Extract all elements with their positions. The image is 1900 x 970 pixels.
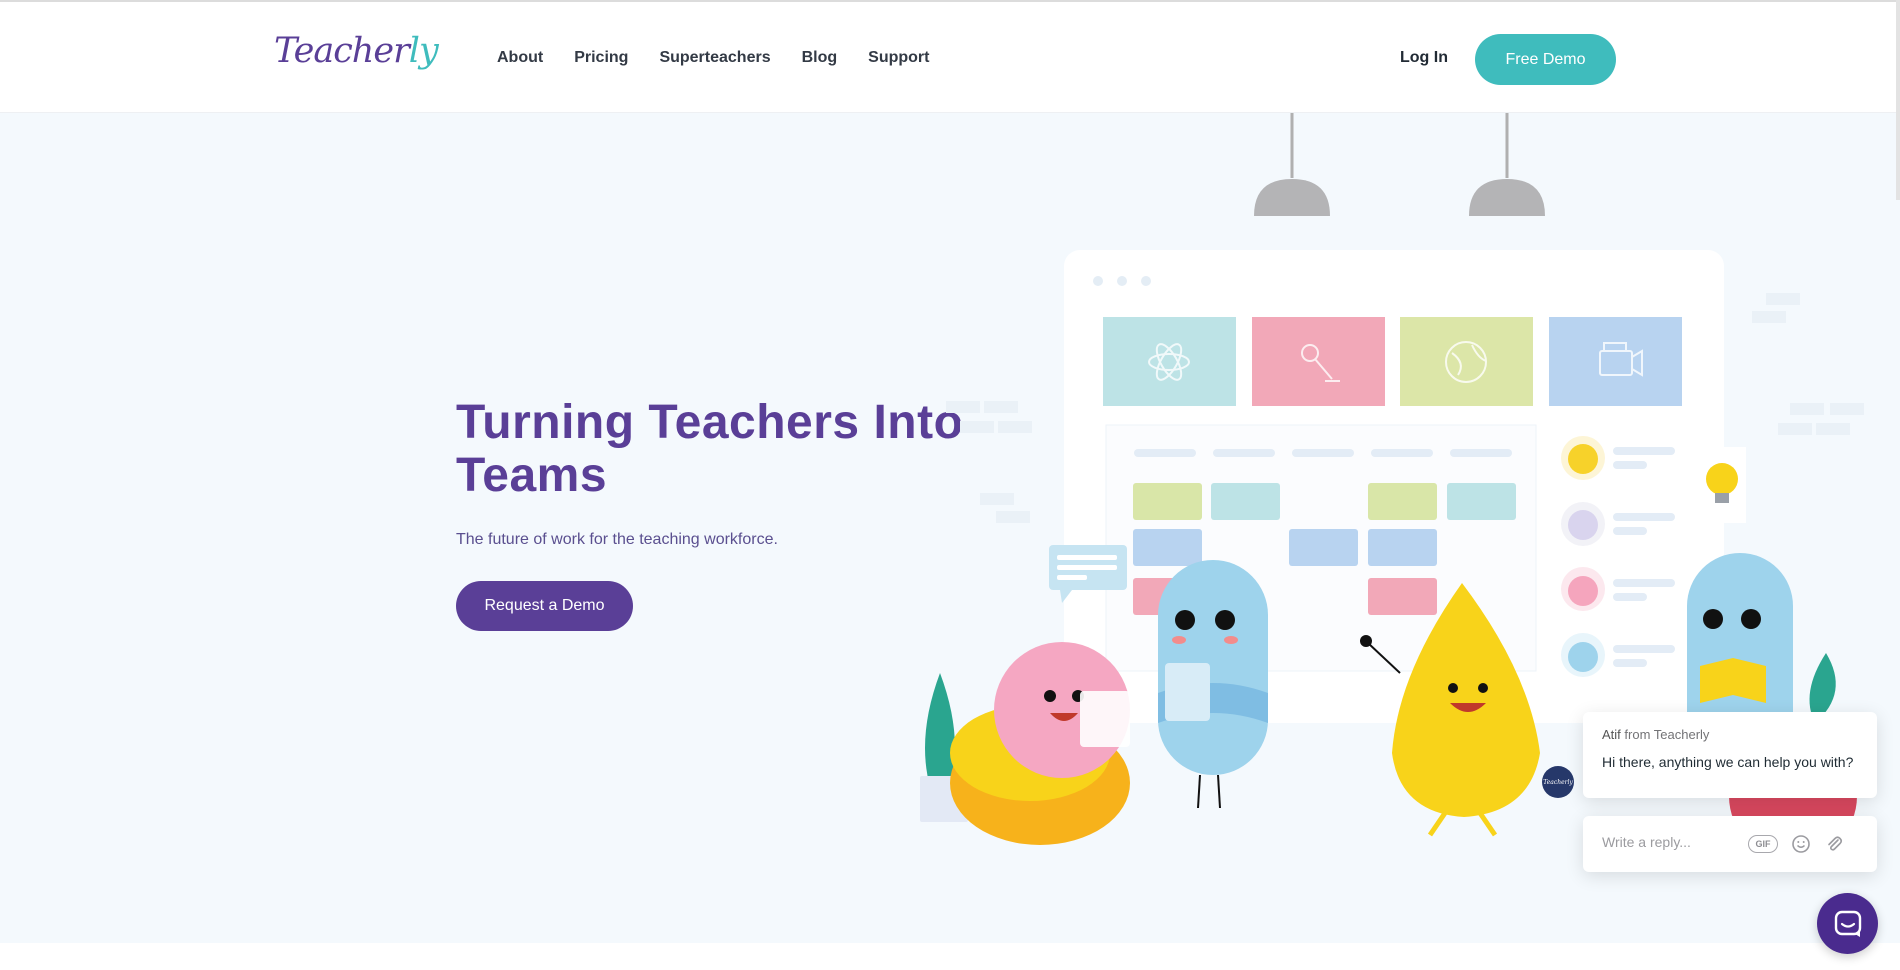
hero-title: Turning Teachers Into Teams: [456, 396, 964, 502]
request-demo-button[interactable]: Request a Demo: [456, 581, 633, 631]
chat-sender-suffix: from Teacherly: [1624, 727, 1710, 742]
chat-reply-input[interactable]: [1602, 834, 1752, 850]
attachment-icon[interactable]: [1823, 833, 1845, 855]
lightbulb-icon: [1686, 447, 1746, 523]
next-section-edge: [0, 943, 1900, 970]
chat-launcher-icon: [1834, 910, 1861, 937]
chat-agent-avatar: Teacherly: [1542, 766, 1574, 798]
nav-superteachers[interactable]: Superteachers: [659, 49, 770, 67]
teacherly-logo[interactable]: Teacherly: [274, 31, 439, 71]
reading-character: [1687, 553, 1857, 860]
login-link[interactable]: Log In: [1400, 49, 1448, 67]
nav-blog[interactable]: Blog: [802, 49, 838, 67]
chat-sender-line: Atif from Teacherly: [1602, 727, 1709, 742]
page-scrollbar[interactable]: [1896, 0, 1900, 200]
gif-icon[interactable]: GIF: [1748, 835, 1778, 853]
nav-support[interactable]: Support: [868, 49, 929, 67]
site-header: Teacherly About Pricing Superteachers Bl…: [0, 2, 1900, 113]
blue-capsule-character: [1158, 560, 1268, 809]
chat-sender-name: Atif: [1602, 727, 1621, 742]
nav-pricing[interactable]: Pricing: [574, 49, 628, 67]
pink-character: [950, 642, 1130, 845]
emoji-icon[interactable]: [1790, 833, 1812, 855]
hero-subtitle: The future of work for the teaching work…: [456, 531, 778, 548]
nav-about[interactable]: About: [497, 49, 543, 67]
chat-launcher-button[interactable]: [1817, 893, 1878, 954]
chat-message-text: Hi there, anything we can help you with?: [1602, 754, 1854, 770]
chat-message-card[interactable]: Atif from Teacherly Hi there, anything w…: [1583, 712, 1877, 798]
main-nav: About Pricing Superteachers Blog Support: [497, 49, 960, 67]
chat-reply-box: GIF: [1583, 816, 1877, 872]
ceiling-lamps: [1254, 113, 1545, 216]
free-demo-button[interactable]: Free Demo: [1475, 34, 1616, 85]
